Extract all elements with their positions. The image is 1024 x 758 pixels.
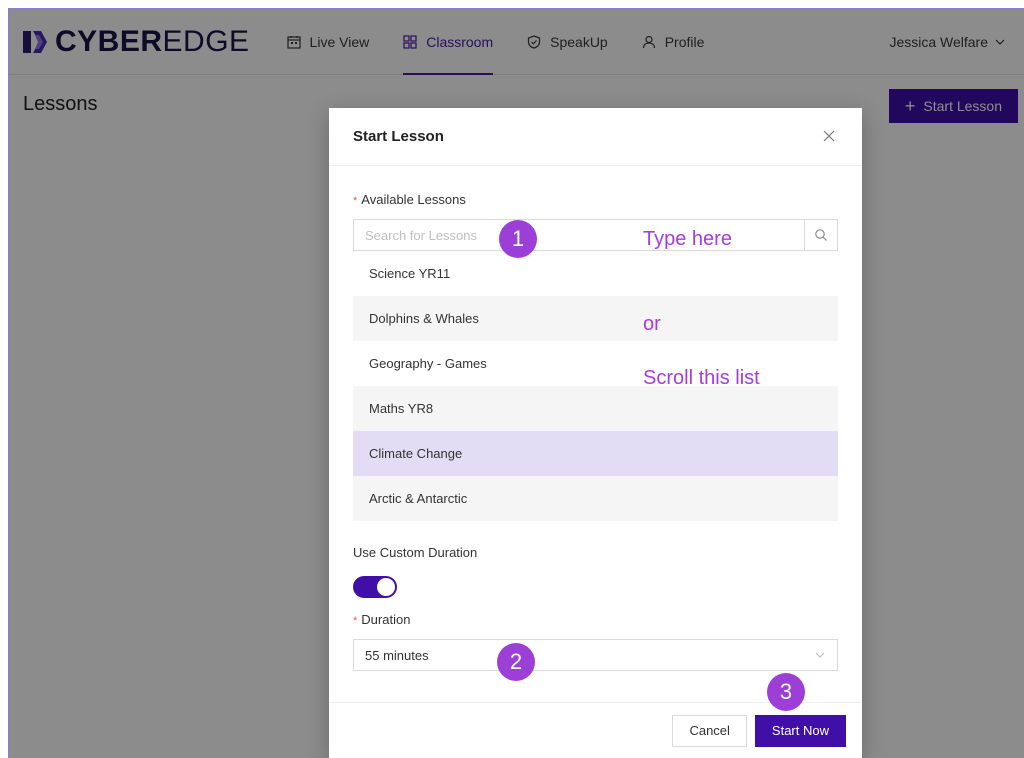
modal-title: Start Lesson [353, 128, 444, 145]
duration-select[interactable]: 55 minutes [353, 639, 838, 671]
lesson-option[interactable]: Arctic & Antarctic [353, 476, 838, 521]
start-lesson-modal: Start Lesson *Available Lessons Science … [329, 108, 862, 758]
lesson-option[interactable]: Science YR11 [353, 251, 838, 296]
modal-header: Start Lesson [329, 108, 862, 166]
lesson-option-selected[interactable]: Climate Change [353, 431, 838, 476]
annotation-or: or [643, 313, 661, 335]
lesson-option[interactable]: Dolphins & Whales [353, 296, 838, 341]
cancel-button[interactable]: Cancel [672, 714, 747, 747]
search-input[interactable] [354, 220, 804, 250]
required-marker: * [353, 195, 358, 207]
toggle-knob [377, 578, 395, 596]
step-badge-3: 3 [767, 673, 805, 711]
annotation-scroll-list: Scroll this list [643, 367, 760, 389]
search-button[interactable] [804, 220, 837, 250]
duration-label: * Duration [353, 612, 411, 627]
lesson-option[interactable]: Geography - Games [353, 341, 838, 386]
custom-duration-toggle[interactable] [353, 576, 397, 598]
lesson-option[interactable]: Maths YR8 [353, 386, 838, 431]
duration-value: 55 minutes [365, 647, 429, 663]
modal-body: *Available Lessons Science YR11 Dolphins… [329, 192, 862, 671]
start-now-button[interactable]: Start Now [754, 714, 846, 747]
step-badge-1: 1 [499, 220, 537, 258]
annotation-type-here: Type here [643, 228, 732, 250]
available-lessons-label: * Available Lessons [353, 192, 466, 207]
search-icon [814, 228, 828, 242]
step-badge-2: 2 [497, 643, 535, 681]
chevron-down-icon [814, 649, 826, 661]
required-marker: * [353, 615, 358, 627]
custom-duration-label: Use Custom Duration [353, 545, 478, 560]
lesson-list[interactable]: Science YR11 Dolphins & Whales Geography… [353, 251, 838, 521]
close-icon[interactable] [822, 129, 838, 145]
lesson-search [353, 219, 838, 251]
